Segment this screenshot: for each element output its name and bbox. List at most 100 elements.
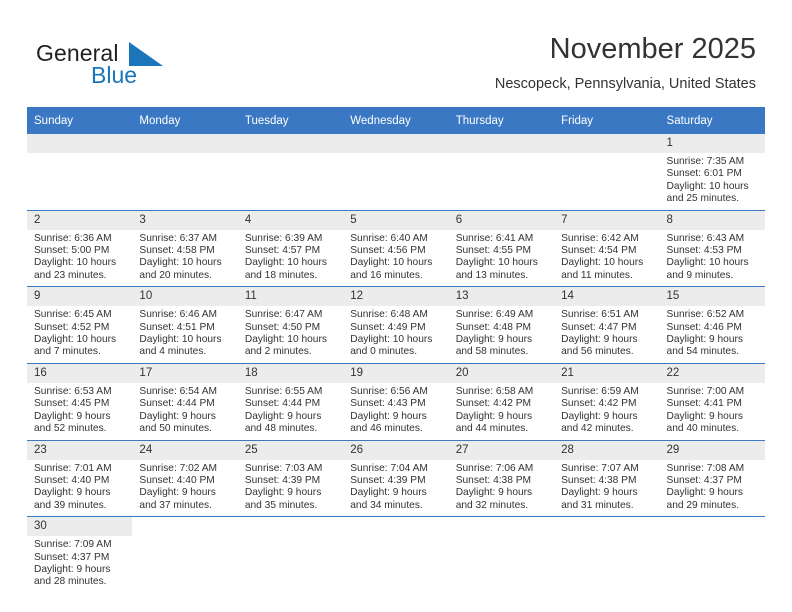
daylight-duration-line2: and 20 minutes. — [139, 269, 212, 281]
sunset-time: Sunset: 4:40 PM — [34, 474, 110, 486]
calendar-day-cell[interactable]: 5 Sunrise: 6:40 AM Sunset: 4:56 PM Daylight… — [343, 210, 449, 288]
sunrise-time: Sunrise: 7:06 AM — [455, 462, 534, 474]
sunset-time: Sunset: 4:46 PM — [666, 321, 742, 333]
calendar-day-cell[interactable]: 6 Sunrise: 6:41 AM Sunset: 4:55 PM Daylight… — [448, 210, 555, 288]
calendar-day-cell[interactable]: 20 Sunrise: 6:58 AM Sunset: 4:42 PM Dayligh… — [448, 363, 555, 441]
day-number — [660, 517, 765, 536]
daylight-duration-line1: Daylight: 9 hours — [561, 487, 638, 499]
day-sun-info: Sunrise: 6:58 AM Sunset: 4:42 PM Daylight:… — [449, 383, 554, 440]
day-number: 11 — [237, 287, 344, 307]
sunrise-sunset-calendar: Sunday Monday Tuesday Wednesday Thursday… — [27, 107, 765, 593]
calendar-day-cell[interactable]: 23 Sunrise: 7:01 AM Sunset: 4:40 PM Dayligh… — [27, 440, 133, 518]
day-sun-info: Sunrise: 7:08 AM Sunset: 4:37 PM Daylight:… — [660, 460, 765, 517]
sunset-time: Sunset: 4:39 PM — [244, 474, 321, 486]
calendar-day-cell[interactable]: 28 Sunrise: 7:07 AM Sunset: 4:38 PM Dayligh… — [554, 440, 660, 518]
calendar-day-cell[interactable]: 7 Sunrise: 6:42 AM Sunset: 4:54 PM Daylight… — [554, 210, 660, 288]
day-number: 21 — [554, 363, 660, 383]
daylight-duration-line2: and 31 minutes. — [561, 499, 634, 511]
calendar-day-cell[interactable]: 12 Sunrise: 6:48 AM Sunset: 4:49 PM Dayligh… — [343, 286, 449, 364]
day-sun-info: Sunrise: 7:02 AM Sunset: 4:40 PM Daylight:… — [132, 460, 237, 517]
sunset-time: Sunset: 4:49 PM — [350, 321, 426, 333]
daylight-duration-line1: Daylight: 10 hours — [666, 180, 749, 192]
calendar-week-row: 30 Sunrise: 7:09 AM Sunset: 4:37 PM Dayligh… — [27, 516, 765, 593]
calendar-day-cell[interactable]: 18 Sunrise: 6:55 AM Sunset: 4:44 PM Dayligh… — [237, 363, 344, 441]
day-sun-info: Sunrise: 6:48 AM Sunset: 4:49 PM Daylight:… — [343, 306, 448, 363]
daylight-duration-line1: Daylight: 9 hours — [455, 410, 533, 422]
calendar-day-cell[interactable]: 9 Sunrise: 6:45 AM Sunset: 4:52 PM Daylight… — [27, 286, 133, 364]
day-sun-info: Sunrise: 6:46 AM Sunset: 4:51 PM Daylight:… — [132, 306, 237, 363]
calendar-day-cell[interactable]: 13 Sunrise: 6:49 AM Sunset: 4:48 PM Dayligh… — [448, 286, 555, 364]
sunset-time: Sunset: 4:37 PM — [666, 474, 742, 486]
day-number: 1 — [659, 134, 765, 153]
calendar-cell-empty — [554, 516, 660, 593]
sunrise-time: Sunrise: 6:41 AM — [455, 232, 534, 244]
sunrise-time: Sunrise: 6:39 AM — [244, 232, 323, 244]
sunset-time: Sunset: 4:57 PM — [244, 245, 321, 257]
calendar-day-cell[interactable]: 17 Sunrise: 6:54 AM Sunset: 4:44 PM Dayligh… — [132, 363, 238, 441]
day-sun-info: Sunrise: 6:45 AM Sunset: 4:52 PM Daylight:… — [27, 306, 132, 363]
calendar-day-cell[interactable]: 11 Sunrise: 6:47 AM Sunset: 4:50 PM Dayligh… — [237, 286, 344, 364]
day-number: 5 — [343, 210, 449, 230]
calendar-day-cell[interactable]: 27 Sunrise: 7:06 AM Sunset: 4:38 PM Dayligh… — [448, 440, 555, 518]
daylight-duration-line1: Daylight: 9 hours — [244, 410, 322, 422]
calendar-day-cell[interactable]: 29 Sunrise: 7:08 AM Sunset: 4:37 PM Dayligh… — [659, 440, 765, 518]
sunset-time: Sunset: 4:38 PM — [561, 474, 637, 486]
day-sun-info: Sunrise: 6:47 AM Sunset: 4:50 PM Daylight:… — [238, 306, 343, 363]
day-number: 4 — [237, 210, 344, 230]
day-sun-info: Sunrise: 6:52 AM Sunset: 4:46 PM Daylight:… — [660, 306, 765, 363]
day-number — [343, 517, 448, 536]
day-number: 6 — [448, 210, 555, 230]
calendar-day-cell[interactable]: 3 Sunrise: 6:37 AM Sunset: 4:58 PM Daylight… — [132, 210, 238, 288]
calendar-week-row: 23 Sunrise: 7:01 AM Sunset: 4:40 PM Dayligh… — [27, 440, 765, 518]
calendar-day-cell[interactable]: 8 Sunrise: 6:43 AM Sunset: 4:53 PM Daylight… — [659, 210, 765, 288]
calendar-day-cell[interactable]: 30 Sunrise: 7:09 AM Sunset: 4:37 PM Dayligh… — [27, 516, 133, 593]
daylight-duration-line1: Daylight: 9 hours — [244, 487, 322, 499]
calendar-day-cell[interactable]: 15 Sunrise: 6:52 AM Sunset: 4:46 PM Dayligh… — [659, 286, 765, 364]
daylight-duration-line1: Daylight: 9 hours — [350, 410, 427, 422]
calendar-week-row: 9 Sunrise: 6:45 AM Sunset: 4:52 PM Daylight… — [27, 286, 765, 364]
daylight-duration-line1: Daylight: 10 hours — [350, 257, 433, 269]
calendar-day-cell[interactable]: 26 Sunrise: 7:04 AM Sunset: 4:39 PM Dayligh… — [343, 440, 449, 518]
day-sun-info: Sunrise: 6:51 AM Sunset: 4:47 PM Daylight:… — [554, 306, 659, 363]
sunset-time: Sunset: 4:44 PM — [139, 398, 215, 410]
calendar-day-cell[interactable]: 24 Sunrise: 7:02 AM Sunset: 4:40 PM Dayligh… — [132, 440, 238, 518]
sunset-time: Sunset: 4:45 PM — [34, 398, 110, 410]
daylight-duration-line2: and 28 minutes. — [34, 576, 107, 588]
calendar-day-cell[interactable]: 4 Sunrise: 6:39 AM Sunset: 4:57 PM Daylight… — [237, 210, 344, 288]
calendar-day-cell[interactable]: 22 Sunrise: 7:00 AM Sunset: 4:41 PM Dayligh… — [659, 363, 765, 441]
daylight-duration-line1: Daylight: 9 hours — [455, 487, 533, 499]
sunrise-time: Sunrise: 6:46 AM — [139, 309, 218, 321]
calendar-day-cell[interactable]: 1 Sunrise: 7:35 AM Sunset: 6:01 PM Daylight… — [659, 134, 765, 211]
day-number: 8 — [659, 210, 765, 230]
sunset-time: Sunset: 4:56 PM — [350, 245, 426, 257]
sunrise-time: Sunrise: 6:48 AM — [350, 309, 428, 321]
calendar-day-cell[interactable]: 2 Sunrise: 6:36 AM Sunset: 5:00 PM Daylight… — [27, 210, 133, 288]
calendar-day-cell[interactable]: 16 Sunrise: 6:53 AM Sunset: 4:45 PM Dayligh… — [27, 363, 133, 441]
calendar-day-cell[interactable]: 21 Sunrise: 6:59 AM Sunset: 4:42 PM Dayligh… — [554, 363, 660, 441]
sunrise-time: Sunrise: 6:55 AM — [244, 385, 323, 397]
calendar-day-cell[interactable]: 19 Sunrise: 6:56 AM Sunset: 4:43 PM Dayligh… — [343, 363, 449, 441]
calendar-day-cell[interactable]: 10 Sunrise: 6:46 AM Sunset: 4:51 PM Dayligh… — [132, 286, 238, 364]
day-number: 7 — [554, 210, 660, 230]
calendar-day-cell[interactable]: 25 Sunrise: 7:03 AM Sunset: 4:39 PM Dayligh… — [237, 440, 344, 518]
daylight-duration-line2: and 34 minutes. — [350, 499, 423, 511]
sunrise-time: Sunrise: 6:47 AM — [244, 309, 323, 321]
title-block: November 2025 Nescopeck, Pennsylvania, U… — [495, 32, 756, 94]
day-number — [343, 134, 449, 153]
calendar-day-cell[interactable]: 14 Sunrise: 6:51 AM Sunset: 4:47 PM Dayligh… — [554, 286, 660, 364]
sunrise-time: Sunrise: 7:35 AM — [666, 156, 745, 167]
daylight-duration-line2: and 56 minutes. — [561, 346, 634, 358]
calendar-cell-empty — [237, 134, 344, 211]
sunrise-time: Sunrise: 6:56 AM — [350, 385, 428, 397]
daylight-duration-line2: and 37 minutes. — [139, 499, 212, 511]
general-blue-logo[interactable]: General Blue — [36, 40, 216, 90]
daylight-duration-line2: and 7 minutes. — [34, 346, 101, 358]
day-number — [237, 134, 344, 153]
daylight-duration-line2: and 23 minutes. — [34, 269, 107, 281]
sunrise-time: Sunrise: 7:00 AM — [666, 385, 745, 397]
sunrise-time: Sunrise: 6:53 AM — [34, 385, 112, 397]
daylight-duration-line1: Daylight: 9 hours — [34, 563, 111, 575]
day-number: 25 — [237, 440, 344, 460]
sunrise-time: Sunrise: 7:03 AM — [244, 462, 323, 474]
calendar-week-row: 2 Sunrise: 6:36 AM Sunset: 5:00 PM Daylight… — [27, 210, 765, 288]
